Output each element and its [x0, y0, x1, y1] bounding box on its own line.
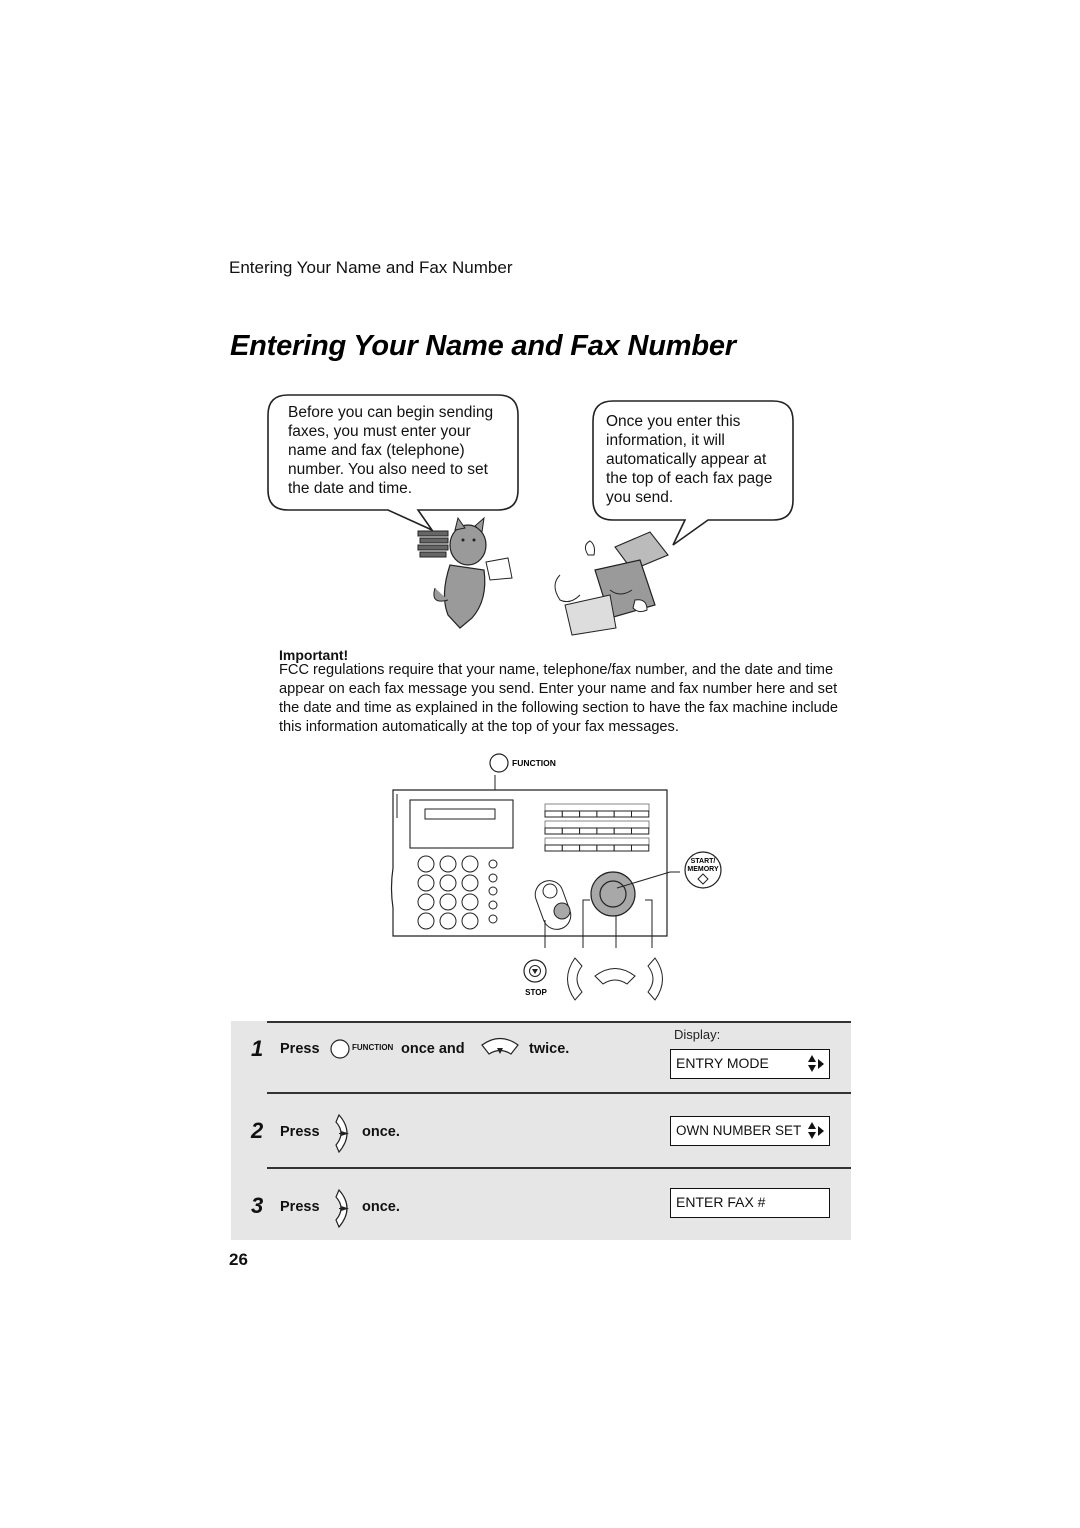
- function-label: FUNCTION: [512, 758, 556, 768]
- right-bubble-line: information, it will: [606, 432, 725, 449]
- lcd-text: OWN NUMBER SET: [676, 1123, 802, 1138]
- right-bubble-line: you send.: [606, 489, 674, 506]
- lcd-display: OWN NUMBER SET: [670, 1116, 830, 1146]
- lcd-text: ENTER FAX #: [676, 1194, 766, 1210]
- dog-mascot-icon: [417, 516, 513, 629]
- step-press-label: Press: [280, 1041, 320, 1057]
- step-number: 3: [251, 1193, 264, 1218]
- one-touch-key: [596, 844, 615, 852]
- keypad-key: [439, 912, 457, 930]
- lcd-display: ENTRY MODE: [670, 1049, 830, 1079]
- step-end-text: once.: [362, 1124, 400, 1140]
- down-arrow-button-icon: [594, 968, 636, 985]
- one-touch-key: [561, 844, 581, 852]
- one-touch-keys: [544, 803, 650, 852]
- stop-button: STOP: [523, 959, 547, 997]
- function-key-label: FUNCTION: [352, 1043, 394, 1052]
- one-touch-key: [631, 827, 650, 835]
- one-touch-key: [613, 810, 632, 818]
- up-down-right-arrows-icon: [808, 1055, 824, 1072]
- function-key-icon: [330, 1039, 350, 1059]
- keypad-key: [417, 912, 435, 930]
- step-end-text: once.: [362, 1199, 400, 1215]
- memory-label: MEMORY: [687, 866, 719, 873]
- one-touch-key: [579, 844, 598, 852]
- display-label: Display:: [674, 1027, 721, 1042]
- start-label: START/: [691, 858, 716, 865]
- copy-button-icon: [542, 883, 558, 899]
- one-touch-key: [561, 810, 581, 818]
- illustration: Before you can begin sending faxes, you …: [267, 394, 796, 636]
- step-divider: [267, 1092, 851, 1094]
- down-arrow-key-icon: [481, 1037, 519, 1055]
- up-down-right-arrows-icon: [808, 1122, 824, 1139]
- keypad-key: [417, 855, 435, 873]
- one-touch-key: [561, 827, 581, 835]
- one-touch-label-strip: [544, 820, 650, 829]
- one-touch-key: [579, 827, 598, 835]
- keypad-key: [417, 874, 435, 892]
- panel-display: [409, 799, 514, 849]
- left-bubble-line: the date and time.: [288, 480, 413, 497]
- right-arrow-button-icon: [647, 957, 663, 1001]
- function-button-icon: [489, 753, 509, 773]
- step-middle-text: once and: [401, 1041, 465, 1057]
- step-divider: [267, 1021, 851, 1023]
- right-arrow-key-icon: [335, 1188, 349, 1229]
- keypad-key: [461, 893, 479, 911]
- keypad-key: [439, 893, 457, 911]
- step-number: 1: [251, 1036, 264, 1061]
- one-touch-key: [544, 810, 563, 818]
- keypad-key: [417, 893, 435, 911]
- keypad-key: [439, 874, 457, 892]
- one-touch-key: [631, 844, 650, 852]
- keypad-key: [461, 855, 479, 873]
- page-number: 26: [229, 1250, 248, 1269]
- one-touch-key: [596, 827, 615, 835]
- one-touch-label-strip: [544, 803, 650, 812]
- one-touch-key: [544, 844, 563, 852]
- keypad-key: [461, 912, 479, 930]
- start-memory-button: START/ MEMORY: [684, 851, 722, 889]
- one-touch-key: [613, 827, 632, 835]
- right-bubble-line: automatically appear at: [606, 451, 767, 468]
- one-touch-key: [579, 810, 598, 818]
- left-bubble-line: faxes, you must enter your: [288, 423, 471, 440]
- lcd-text: ENTRY MODE: [676, 1055, 769, 1071]
- fax-machine-mascot-icon: [554, 531, 669, 636]
- important-body: FCC regulations require that your name, …: [279, 662, 838, 735]
- one-touch-label-strip: [544, 837, 650, 846]
- one-touch-key: [613, 844, 632, 852]
- right-bubble-line: the top of each fax page: [606, 470, 773, 487]
- page-title: Entering Your Name and Fax Number: [230, 330, 736, 362]
- right-bubble-text: Once you enter this information, it will…: [606, 412, 796, 507]
- keypad-key: [439, 855, 457, 873]
- left-bubble-line: name and fax (telephone): [288, 442, 465, 459]
- step-press-label: Press: [280, 1199, 320, 1215]
- step-end-text: twice.: [529, 1041, 570, 1057]
- right-bubble-line: Once you enter this: [606, 413, 741, 430]
- step-press-label: Press: [280, 1124, 320, 1140]
- keypad-key: [461, 874, 479, 892]
- left-bubble-text: Before you can begin sending faxes, you …: [288, 403, 518, 498]
- left-bubble-line: Before you can begin sending: [288, 404, 494, 421]
- right-arrow-key-icon: [335, 1113, 349, 1154]
- step-divider: [267, 1167, 851, 1169]
- left-arrow-button-icon: [567, 957, 583, 1001]
- fax-panel-diagram: FUNCTION START/ MEMORY STOP: [390, 753, 722, 1001]
- step-number: 2: [251, 1118, 264, 1143]
- left-bubble-line: number. You also need to set: [288, 461, 488, 478]
- one-touch-key: [631, 810, 650, 818]
- stop-label: STOP: [525, 988, 547, 997]
- steps-box: Display: 1 Press FUNCTION once and twice…: [231, 1021, 851, 1240]
- one-touch-key: [544, 827, 563, 835]
- stop-button-panel-icon: [553, 902, 571, 920]
- one-touch-key: [596, 810, 615, 818]
- running-head: Entering Your Name and Fax Number: [229, 258, 513, 277]
- lcd-display: ENTER FAX #: [670, 1188, 830, 1218]
